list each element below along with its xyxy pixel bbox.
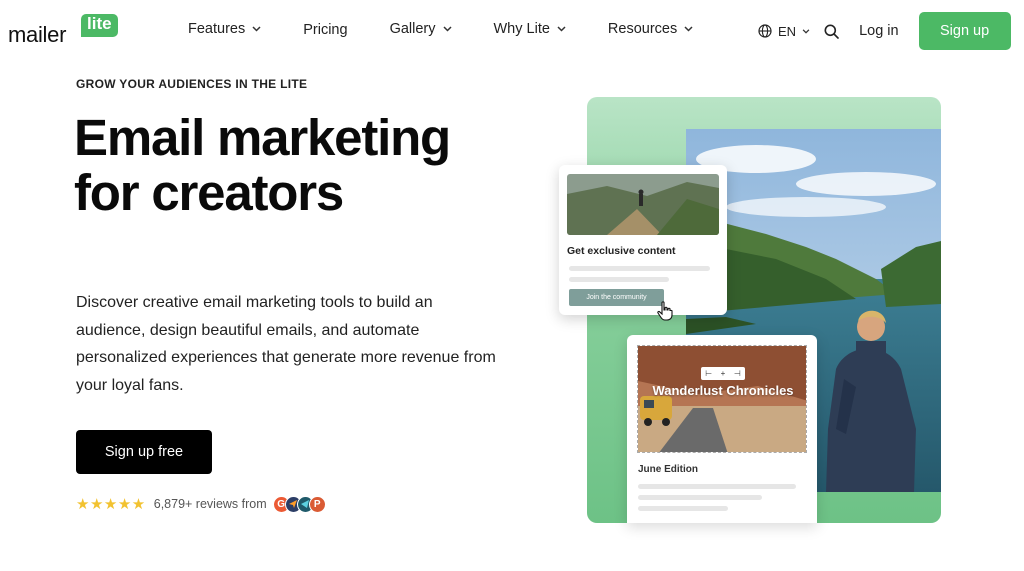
- reviews-row: ★★★★★ 6,879+ reviews from G P: [76, 494, 326, 514]
- placeholder-line: [638, 484, 796, 489]
- chevron-down-icon: [442, 26, 452, 32]
- logo-badge: lite: [81, 14, 118, 37]
- getapp-shape-icon: [301, 500, 310, 508]
- nav-item-pricing[interactable]: Pricing: [303, 22, 347, 38]
- signup-button[interactable]: Sign up: [918, 12, 1011, 50]
- signup-free-button[interactable]: Sign up free: [76, 430, 212, 474]
- language-selector[interactable]: EN: [758, 24, 810, 39]
- login-link[interactable]: Log in: [859, 23, 899, 39]
- chevron-down-icon: [557, 26, 566, 32]
- hero-subcopy: Discover creative email marketing tools …: [76, 294, 496, 394]
- nav-item-label: Resources: [607, 21, 678, 37]
- logo-word: mailer: [8, 22, 67, 47]
- align-left-icon[interactable]: ⊢: [705, 369, 712, 378]
- search-icon: [824, 24, 839, 39]
- desert-road-image: [638, 346, 806, 452]
- card-title: Get exclusive content: [567, 245, 676, 257]
- nav-item-features[interactable]: Features: [188, 21, 261, 37]
- newsletter-card: ⊢ + ⊣ Wanderlust Chronicles June Edition: [627, 335, 817, 523]
- mountain-trail-image: [567, 174, 719, 235]
- nav-menu: Features Pricing Gallery Why Lite Resour…: [188, 20, 735, 38]
- search-button[interactable]: [824, 24, 839, 39]
- hero-headline: Email marketing for creators: [74, 109, 451, 221]
- mountain-image: [567, 174, 719, 235]
- newsletter-title: Wanderlust Chronicles: [652, 383, 794, 398]
- placeholder-line: [638, 506, 728, 511]
- hero-eyebrow: GROW YOUR AUDIENCES IN THE LITE: [76, 77, 308, 91]
- review-site-badges: G P: [272, 495, 326, 513]
- edition-label: June Edition: [638, 464, 698, 475]
- nav-actions: EN Log in Sign up: [758, 12, 1011, 50]
- nav-item-gallery[interactable]: Gallery: [390, 21, 452, 37]
- chevron-down-icon: [684, 26, 693, 32]
- hand-pointer-icon: [657, 301, 673, 321]
- nav-item-why-lite[interactable]: Why Lite: [494, 21, 566, 37]
- placeholder-line: [638, 495, 762, 500]
- nav-item-label: Why Lite: [493, 21, 550, 37]
- chevron-down-icon: [802, 28, 810, 34]
- exclusive-content-card: Get exclusive content Join the community: [559, 165, 727, 315]
- producthunt-badge-icon[interactable]: P: [308, 495, 326, 513]
- align-center-icon[interactable]: +: [721, 369, 726, 378]
- alignment-toolbar[interactable]: ⊢ + ⊣: [701, 367, 745, 380]
- nav-item-label: Pricing: [303, 22, 348, 38]
- nav-item-resources[interactable]: Resources: [608, 21, 693, 37]
- desert-van-image: ⊢ + ⊣ Wanderlust Chronicles: [637, 345, 807, 453]
- chevron-down-icon: [252, 26, 261, 32]
- reviews-count: 6,879+ reviews from: [153, 497, 267, 511]
- align-right-icon[interactable]: ⊣: [734, 369, 741, 378]
- join-community-button[interactable]: Join the community: [569, 289, 664, 306]
- nav-item-label: Gallery: [389, 21, 436, 37]
- rating-stars: ★★★★★: [76, 496, 146, 513]
- nav-item-label: Features: [188, 21, 246, 37]
- language-code: EN: [778, 23, 797, 39]
- placeholder-line: [569, 277, 669, 282]
- top-nav: mailer lite Features Pricing Gallery Why…: [0, 0, 1024, 62]
- placeholder-line: [569, 266, 710, 271]
- capterra-arrow-icon: [289, 500, 298, 508]
- globe-icon: [758, 24, 772, 38]
